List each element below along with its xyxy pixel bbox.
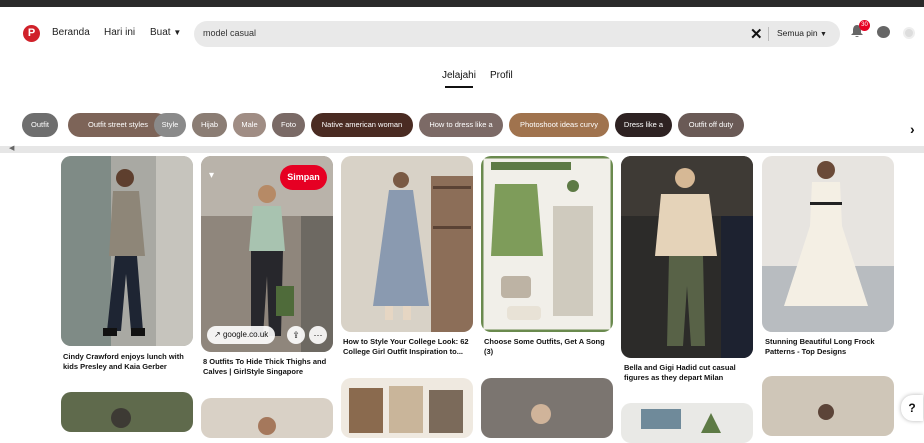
- pin-image-12[interactable]: [762, 376, 894, 436]
- pin-image-7[interactable]: [61, 392, 193, 432]
- chip-style[interactable]: Style: [154, 113, 186, 137]
- save-button[interactable]: Simpan: [280, 165, 327, 190]
- tab-profile[interactable]: Profil: [490, 70, 513, 81]
- pin-caption-6[interactable]: Stunning Beautiful Long Frock Patterns -…: [765, 337, 895, 357]
- chevron-down-icon: ▼: [820, 31, 827, 38]
- pin-photo-4: [481, 156, 613, 332]
- pin-photo-1: [61, 156, 193, 346]
- active-tab-indicator: [445, 86, 473, 88]
- nav-create[interactable]: Buat ▼: [150, 27, 181, 38]
- pin-photo-7: [61, 392, 193, 432]
- pin-photo-10: [481, 378, 613, 438]
- chip-male[interactable]: Male: [233, 113, 266, 137]
- chip-outfit-street-styles[interactable]: Outfit street styles: [68, 113, 168, 137]
- pin-image-11[interactable]: [621, 403, 753, 443]
- pin-photo-9: [341, 378, 473, 438]
- chip-outfit-off-duty[interactable]: Outfit off duty: [678, 113, 744, 137]
- clear-search-icon[interactable]: ✕: [750, 25, 763, 43]
- pin-image-9[interactable]: [341, 378, 473, 438]
- pin-image-5[interactable]: [621, 156, 753, 358]
- chevron-right-icon[interactable]: ›: [910, 121, 915, 137]
- pin-photo-3: [341, 156, 473, 332]
- tab-explore[interactable]: Jelajahi: [442, 70, 476, 81]
- pin-image-1[interactable]: [61, 156, 193, 346]
- pin-image-4[interactable]: [481, 156, 613, 332]
- board-select-chevron-icon[interactable]: ▾: [209, 170, 214, 181]
- more-options-icon[interactable]: ⋯: [309, 326, 327, 344]
- notification-count-badge: 30: [859, 20, 870, 31]
- help-button[interactable]: ?: [901, 395, 923, 421]
- search-bar[interactable]: model casual ✕ Semua pin ▼: [194, 21, 840, 47]
- chip-photoshoot-ideas-curvy[interactable]: Photoshoot ideas curvy: [509, 113, 609, 137]
- pin-image-6[interactable]: [762, 156, 894, 332]
- nav-home[interactable]: Beranda: [52, 27, 90, 38]
- chip-foto[interactable]: Foto: [272, 113, 305, 137]
- search-input[interactable]: model casual: [203, 28, 256, 38]
- pin-photo-11: [621, 403, 753, 443]
- pin-photo-5: [621, 156, 753, 358]
- chevron-down-icon: ▼: [173, 28, 182, 37]
- messages-icon[interactable]: [877, 26, 890, 38]
- scroll-left-arrow-icon[interactable]: ◀: [9, 144, 14, 152]
- pin-image-8[interactable]: [201, 398, 333, 438]
- horizontal-scrollbar[interactable]: ◀: [0, 144, 924, 153]
- source-link[interactable]: ↗ google.co.uk: [207, 326, 276, 344]
- pin-image-3[interactable]: [341, 156, 473, 332]
- pin-caption-1[interactable]: Cindy Crawford enjoys lunch with kids Pr…: [63, 352, 193, 372]
- chip-hijab[interactable]: Hijab: [192, 113, 227, 137]
- pin-caption-4[interactable]: Choose Some Outfits, Get A Song (3): [484, 337, 614, 357]
- chip-outfit[interactable]: Outfit: [22, 113, 58, 137]
- external-link-icon: ↗: [214, 330, 221, 339]
- search-divider: [768, 27, 769, 41]
- pin-photo-12: [762, 376, 894, 436]
- avatar[interactable]: [903, 27, 915, 39]
- pin-caption-5[interactable]: Bella and Gigi Hadid cut casual figures …: [624, 363, 754, 383]
- top-border: [0, 0, 924, 7]
- share-icon[interactable]: ⇪: [287, 326, 305, 344]
- pinterest-logo-icon[interactable]: P: [23, 25, 40, 42]
- nav-today[interactable]: Hari ini: [104, 27, 135, 38]
- chip-how-to-dress-like-a[interactable]: How to dress like a: [419, 113, 503, 137]
- chip-dress-like-a[interactable]: Dress like a: [615, 113, 672, 137]
- pin-photo-8: [201, 398, 333, 438]
- pin-caption-3[interactable]: How to Style Your College Look: 62 Colle…: [343, 337, 473, 357]
- pin-image-2[interactable]: ▾ Simpan ↗ google.co.uk ⇪ ⋯: [201, 156, 333, 352]
- header: P Beranda Hari ini Buat ▼ model casual ✕…: [0, 14, 924, 54]
- pin-photo-6: [762, 156, 894, 332]
- pin-image-10[interactable]: [481, 378, 613, 438]
- search-filter-dropdown[interactable]: Semua pin ▼: [777, 28, 827, 38]
- pin-caption-2[interactable]: 8 Outfits To Hide Thick Thighs and Calve…: [203, 357, 333, 377]
- chip-native-american-woman[interactable]: Native american woman: [311, 113, 413, 137]
